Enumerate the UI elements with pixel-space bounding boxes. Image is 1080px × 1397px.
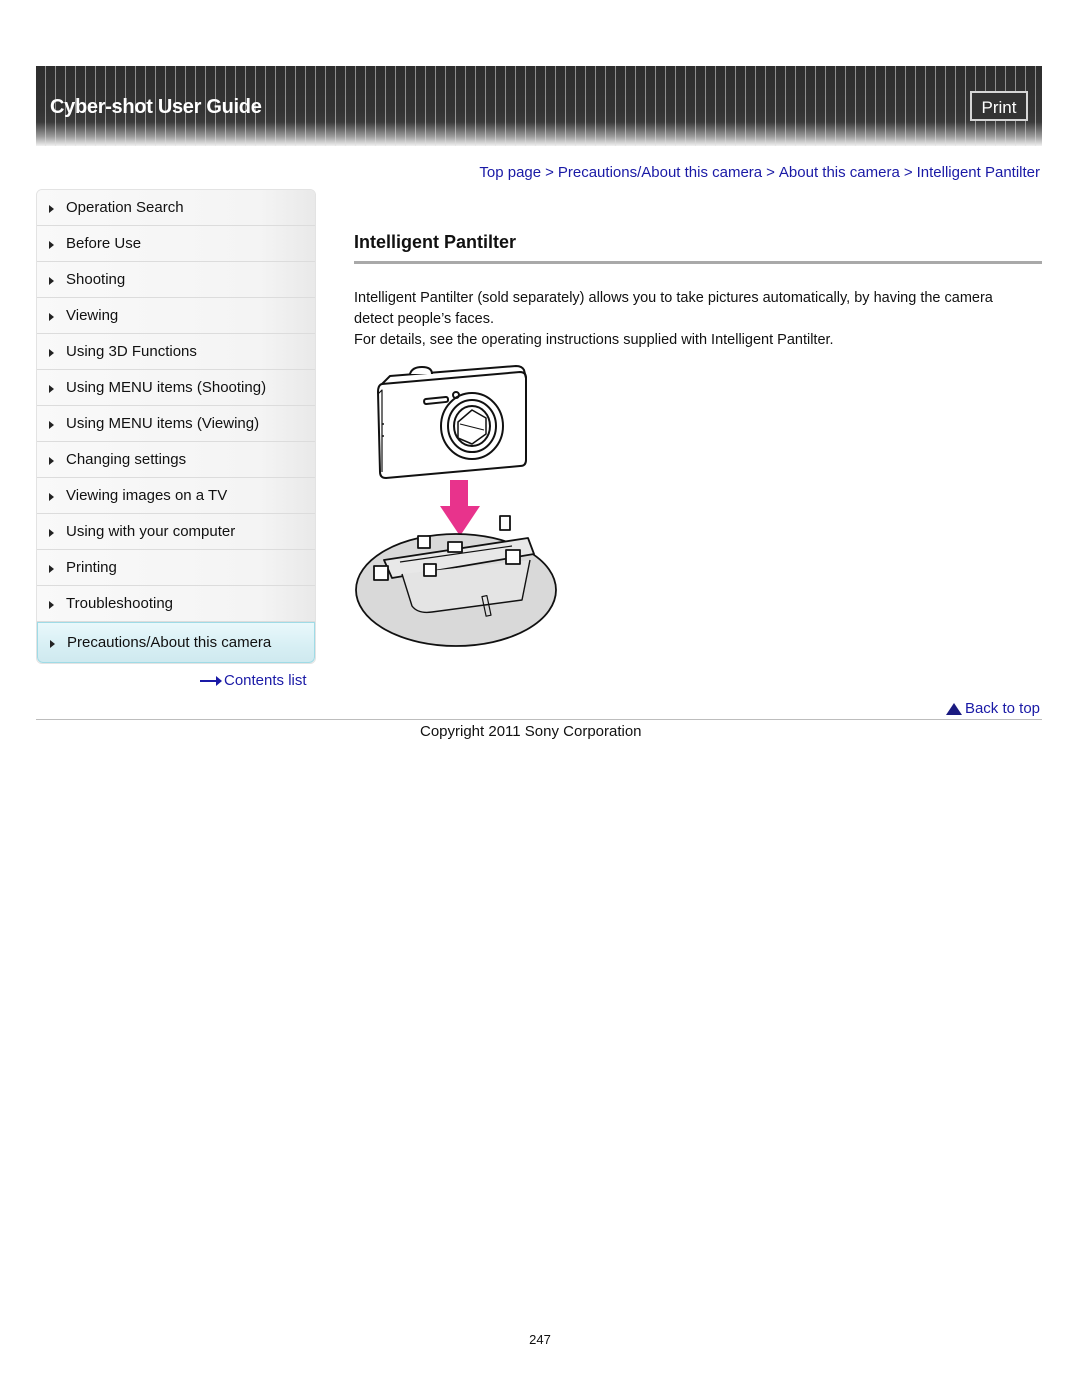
- arrow-right-icon: [200, 675, 222, 686]
- triangle-right-icon: [49, 457, 54, 465]
- sidebar-item-label: Operation Search: [66, 199, 184, 216]
- breadcrumb-separator: >: [766, 164, 775, 181]
- triangle-right-icon: [49, 277, 54, 285]
- sidebar-item-shooting[interactable]: Shooting: [37, 262, 315, 298]
- footer-divider: [36, 719, 1042, 720]
- breadcrumb-top-page[interactable]: Top page: [479, 164, 541, 181]
- print-button[interactable]: Print: [970, 91, 1028, 121]
- triangle-right-icon: [49, 421, 54, 429]
- triangle-up-icon: [945, 702, 962, 715]
- body-text: Intelligent Pantilter (sold separately) …: [354, 288, 1034, 351]
- back-to-top-link[interactable]: Back to top: [945, 700, 1040, 717]
- sidebar-item-precautions[interactable]: Precautions/About this camera: [37, 622, 315, 663]
- sidebar-item-label: Troubleshooting: [66, 595, 174, 612]
- sidebar-item-menu-viewing[interactable]: Using MENU items (Viewing): [37, 406, 315, 442]
- triangle-right-icon: [49, 349, 54, 357]
- arrow-down-icon: [440, 480, 480, 536]
- sidebar-item-label: Using 3D Functions: [66, 343, 197, 360]
- sidebar-item-label: Changing settings: [66, 451, 187, 468]
- header-banner: Cyber-shot User Guide Print: [36, 66, 1042, 146]
- sidebar-item-label: Printing: [66, 559, 117, 576]
- sidebar-item-3d-functions[interactable]: Using 3D Functions: [37, 334, 315, 370]
- copyright-text: Copyright 2011 Sony Corporation: [420, 723, 642, 740]
- triangle-right-icon: [49, 205, 54, 213]
- sidebar-item-computer[interactable]: Using with your computer: [37, 514, 315, 550]
- sidebar-item-changing-settings[interactable]: Changing settings: [37, 442, 315, 478]
- page-number: 247: [529, 1332, 551, 1347]
- breadcrumb-separator: >: [903, 164, 913, 181]
- sidebar-nav: Operation Search Before Use Shooting Vie…: [36, 189, 316, 664]
- page-title: Intelligent Pantilter: [354, 232, 517, 252]
- sidebar-item-label: Using with your computer: [66, 523, 236, 540]
- contents-list-link[interactable]: Contents list: [200, 672, 307, 689]
- breadcrumb-separator: >: [545, 164, 554, 181]
- triangle-right-icon: [49, 493, 54, 501]
- triangle-right-icon: [49, 565, 54, 573]
- triangle-right-icon: [49, 601, 54, 609]
- body-paragraph: For details, see the operating instructi…: [354, 332, 834, 348]
- breadcrumb-current[interactable]: Intelligent Pantilter: [917, 164, 1040, 181]
- sidebar-item-label: Using MENU items (Viewing): [66, 415, 260, 432]
- sidebar-item-viewing-tv[interactable]: Viewing images on a TV: [37, 478, 315, 514]
- sidebar-item-menu-shooting[interactable]: Using MENU items (Shooting): [37, 370, 315, 406]
- back-to-top-label: Back to top: [964, 700, 1040, 717]
- triangle-right-icon: [49, 529, 54, 537]
- pantilter-icon: [355, 515, 557, 647]
- camera-on-pantilter-illustration: [355, 365, 557, 647]
- contents-list-label: Contents list: [224, 672, 307, 689]
- body-paragraph: Intelligent Pantilter (sold separately) …: [354, 290, 993, 327]
- sidebar-item-label: Shooting: [66, 271, 126, 288]
- sidebar-item-label: Precautions/About this camera: [67, 634, 272, 651]
- triangle-right-icon: [49, 385, 54, 393]
- triangle-right-icon: [49, 313, 54, 321]
- camera-icon: [377, 365, 527, 479]
- triangle-right-icon: [50, 640, 55, 648]
- sidebar-item-label: Before Use: [66, 235, 142, 252]
- sidebar-item-viewing[interactable]: Viewing: [37, 298, 315, 334]
- sidebar-item-before-use[interactable]: Before Use: [37, 226, 315, 262]
- sidebar-item-printing[interactable]: Printing: [37, 550, 315, 586]
- sidebar-item-operation-search[interactable]: Operation Search: [37, 190, 315, 226]
- sidebar-item-label: Using MENU items (Shooting): [66, 379, 267, 396]
- triangle-right-icon: [49, 241, 54, 249]
- breadcrumb-about-camera[interactable]: About this camera: [779, 164, 900, 181]
- sidebar-item-label: Viewing images on a TV: [66, 487, 228, 504]
- breadcrumb-precautions[interactable]: Precautions/About this camera: [558, 164, 762, 181]
- sidebar-item-troubleshooting[interactable]: Troubleshooting: [37, 586, 315, 622]
- title-divider: [354, 261, 1042, 264]
- breadcrumb: Top page > Precautions/About this camera > A…: [479, 164, 1040, 181]
- sidebar-item-label: Viewing: [66, 307, 119, 324]
- app-title: Cyber-shot User Guide: [50, 96, 262, 118]
